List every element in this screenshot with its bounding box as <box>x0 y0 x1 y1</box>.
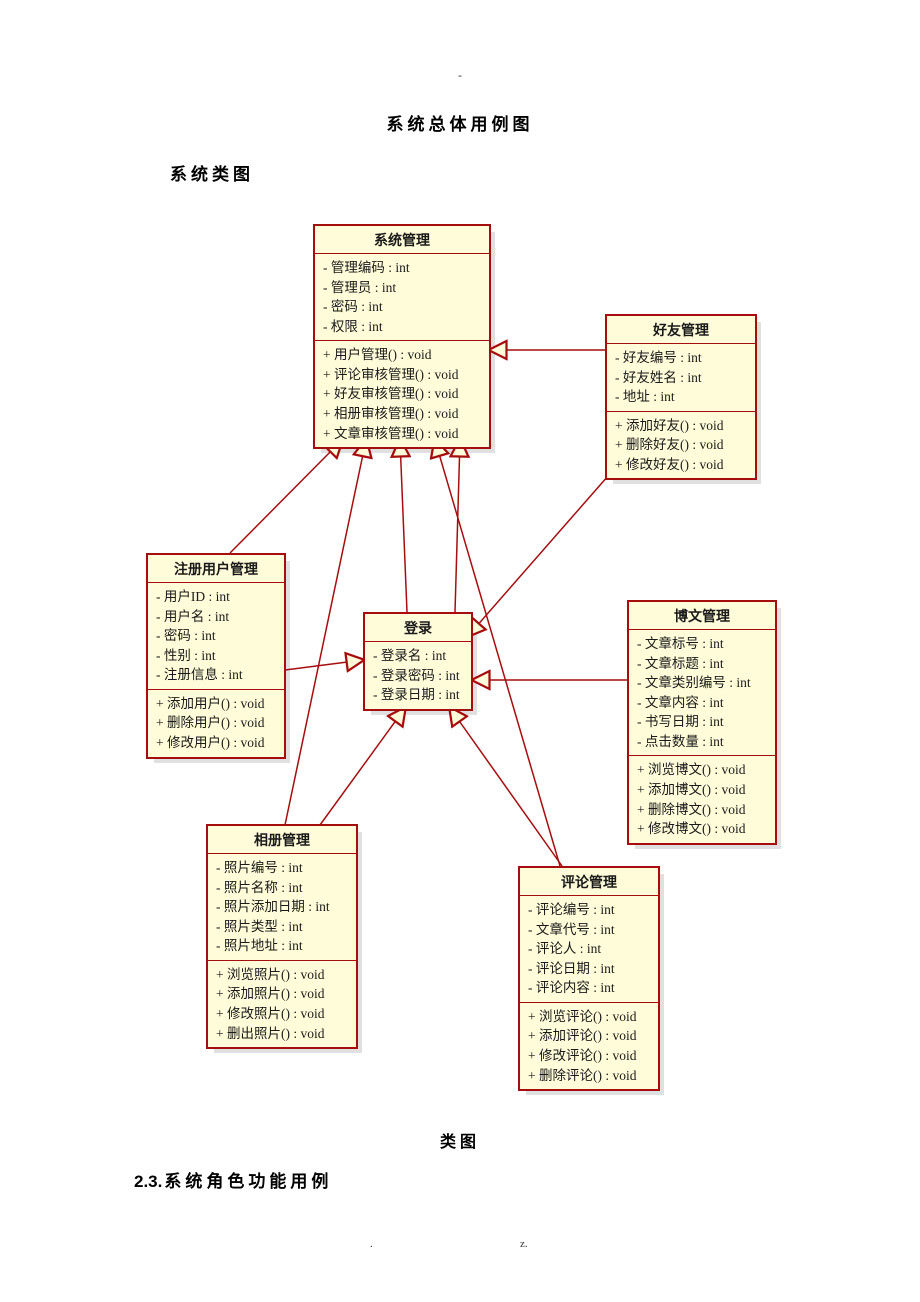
op: + 添加博文() : void <box>637 780 767 800</box>
operations: + 浏览照片() : void + 添加照片() : void + 修改照片()… <box>208 961 356 1047</box>
attr: - 登录日期 : int <box>373 685 463 705</box>
op: + 评论审核管理() : void <box>323 365 481 385</box>
class-name: 好友管理 <box>607 316 755 344</box>
class-comment-management: 评论管理 - 评论编号 : int - 文章代号 : int - 评论人 : i… <box>518 866 660 1091</box>
attributes: - 评论编号 : int - 文章代号 : int - 评论人 : int - … <box>520 896 658 1003</box>
attr: - 性别 : int <box>156 646 276 666</box>
op: + 文章审核管理() : void <box>323 424 481 444</box>
op: + 浏览博文() : void <box>637 760 767 780</box>
op: + 添加评论() : void <box>528 1026 650 1046</box>
footer-z: z. <box>520 1238 528 1250</box>
attributes: - 用户ID : int - 用户名 : int - 密码 : int - 性别… <box>148 583 284 690</box>
op: + 浏览照片() : void <box>216 965 348 985</box>
attr: - 好友编号 : int <box>615 348 747 368</box>
class-album-management: 相册管理 - 照片编号 : int - 照片名称 : int - 照片添加日期 … <box>206 824 358 1049</box>
attr: - 权限 : int <box>323 317 481 337</box>
class-blog-management: 博文管理 - 文章标号 : int - 文章标题 : int - 文章类别编号 … <box>627 600 777 845</box>
class-name: 评论管理 <box>520 868 658 896</box>
attr: - 管理员 : int <box>323 278 481 298</box>
op: + 删除评论() : void <box>528 1066 650 1086</box>
op: + 删出照片() : void <box>216 1024 348 1044</box>
attr: - 评论内容 : int <box>528 978 650 998</box>
attr: - 好友姓名 : int <box>615 368 747 388</box>
heading-section-2-3: 2.3.系统角色功能用例 <box>134 1167 332 1192</box>
op: + 删除好友() : void <box>615 435 747 455</box>
op: + 相册审核管理() : void <box>323 404 481 424</box>
attr: - 书写日期 : int <box>637 712 767 732</box>
op: + 添加好友() : void <box>615 416 747 436</box>
class-name: 相册管理 <box>208 826 356 854</box>
op: + 修改博文() : void <box>637 819 767 839</box>
section-title: 系统角色功能用例 <box>164 1172 332 1191</box>
title-use-case: 系统总体用例图 <box>0 110 920 135</box>
op: + 删除博文() : void <box>637 800 767 820</box>
class-name: 注册用户管理 <box>148 555 284 583</box>
class-system-management: 系统管理 - 管理编码 : int - 管理员 : int - 密码 : int… <box>313 224 491 449</box>
attr: - 登录名 : int <box>373 646 463 666</box>
attr: - 文章类别编号 : int <box>637 673 767 693</box>
attributes: - 管理编码 : int - 管理员 : int - 密码 : int - 权限… <box>315 254 489 341</box>
attr: - 文章标题 : int <box>637 654 767 674</box>
class-login: 登录 - 登录名 : int - 登录密码 : int - 登录日期 : int <box>363 612 473 711</box>
section-number: 2.3. <box>134 1172 162 1191</box>
attr: - 密码 : int <box>156 626 276 646</box>
class-registered-user-management: 注册用户管理 - 用户ID : int - 用户名 : int - 密码 : i… <box>146 553 286 759</box>
op: + 修改照片() : void <box>216 1004 348 1024</box>
caption-class-diagram: 类图 <box>0 1128 920 1152</box>
attr: - 管理编码 : int <box>323 258 481 278</box>
op: + 添加照片() : void <box>216 984 348 1004</box>
class-name: 博文管理 <box>629 602 775 630</box>
operations: + 用户管理() : void + 评论审核管理() : void + 好友审核… <box>315 341 489 447</box>
attr: - 登录密码 : int <box>373 666 463 686</box>
operations: + 添加好友() : void + 删除好友() : void + 修改好友()… <box>607 412 755 479</box>
op: + 添加用户() : void <box>156 694 276 714</box>
page-dash: - <box>458 68 462 83</box>
attr: - 照片名称 : int <box>216 878 348 898</box>
footer-dot: . <box>370 1238 373 1250</box>
attr: - 文章代号 : int <box>528 920 650 940</box>
attr: - 用户名 : int <box>156 607 276 627</box>
op: + 好友审核管理() : void <box>323 384 481 404</box>
attr: - 评论编号 : int <box>528 900 650 920</box>
attr: - 点击数量 : int <box>637 732 767 752</box>
attr: - 文章内容 : int <box>637 693 767 713</box>
attr: - 文章标号 : int <box>637 634 767 654</box>
class-friend-management: 好友管理 - 好友编号 : int - 好友姓名 : int - 地址 : in… <box>605 314 757 480</box>
operations: + 添加用户() : void + 删除用户() : void + 修改用户()… <box>148 690 284 757</box>
attributes: - 登录名 : int - 登录密码 : int - 登录日期 : int <box>365 642 471 709</box>
heading-class-diagram: 系统类图 <box>170 160 254 185</box>
op: + 用户管理() : void <box>323 345 481 365</box>
attr: - 地址 : int <box>615 387 747 407</box>
attr: - 注册信息 : int <box>156 665 276 685</box>
class-name: 系统管理 <box>315 226 489 254</box>
attr: - 评论人 : int <box>528 939 650 959</box>
op: + 浏览评论() : void <box>528 1007 650 1027</box>
operations: + 浏览博文() : void + 添加博文() : void + 删除博文()… <box>629 756 775 842</box>
attr: - 照片类型 : int <box>216 917 348 937</box>
attributes: - 照片编号 : int - 照片名称 : int - 照片添加日期 : int… <box>208 854 356 961</box>
attr: - 密码 : int <box>323 297 481 317</box>
op: + 删除用户() : void <box>156 713 276 733</box>
class-name: 登录 <box>365 614 471 642</box>
attributes: - 好友编号 : int - 好友姓名 : int - 地址 : int <box>607 344 755 412</box>
op: + 修改好友() : void <box>615 455 747 475</box>
op: + 修改用户() : void <box>156 733 276 753</box>
attributes: - 文章标号 : int - 文章标题 : int - 文章类别编号 : int… <box>629 630 775 756</box>
attr: - 用户ID : int <box>156 587 276 607</box>
operations: + 浏览评论() : void + 添加评论() : void + 修改评论()… <box>520 1003 658 1089</box>
attr: - 照片地址 : int <box>216 936 348 956</box>
attr: - 照片编号 : int <box>216 858 348 878</box>
attr: - 评论日期 : int <box>528 959 650 979</box>
attr: - 照片添加日期 : int <box>216 897 348 917</box>
op: + 修改评论() : void <box>528 1046 650 1066</box>
